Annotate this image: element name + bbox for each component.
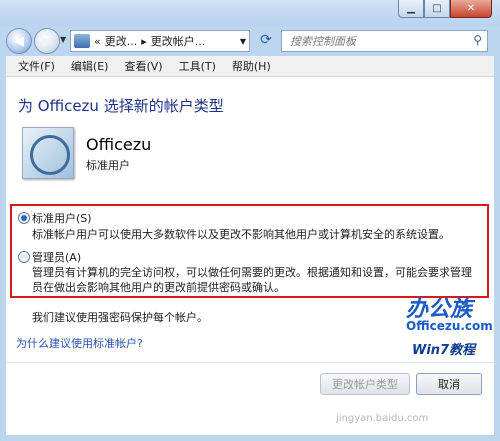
navigation-bar: ◀ ▶ ▼ « 更改... ▸ 更改帐户... ▼ ⟳ 搜索控制面板 ⚲ — [0, 24, 500, 56]
menu-file[interactable]: 文件(F) — [18, 58, 55, 74]
page-title: 为 Officezu 选择新的帐户类型 — [18, 97, 224, 115]
search-placeholder: 搜索控制面板 — [290, 35, 356, 48]
refresh-icon[interactable]: ⟳ — [256, 30, 276, 50]
baidu-watermark: jingyan.baidu.com — [336, 413, 429, 424]
search-input[interactable]: 搜索控制面板 ⚲ — [281, 30, 488, 52]
back-arrow-icon[interactable]: ◀ — [6, 28, 32, 54]
breadcrumb-item-change-account[interactable]: 更改帐户... — [151, 33, 206, 49]
minimize-button[interactable]: ▁ — [398, 0, 424, 18]
menu-tools[interactable]: 工具(T) — [179, 58, 216, 74]
forward-arrow-icon[interactable]: ▶ — [34, 28, 60, 54]
divider — [6, 362, 494, 363]
breadcrumb-separator[interactable]: ▸ — [141, 35, 147, 48]
menu-edit[interactable]: 编辑(E) — [71, 58, 109, 74]
address-bar[interactable]: « 更改... ▸ 更改帐户... ▼ — [70, 30, 250, 52]
user-account-type: 标准用户 — [86, 159, 130, 172]
close-button[interactable]: ✕ — [450, 0, 492, 18]
window-frame: ▁ □ ✕ ◀ ▶ ▼ « 更改... ▸ 更改帐户... ▼ ⟳ 搜索控制面板… — [0, 0, 500, 441]
search-icon[interactable]: ⚲ — [473, 33, 482, 47]
menu-view[interactable]: 查看(V) — [124, 58, 162, 74]
control-panel-icon — [74, 34, 90, 48]
user-avatar — [22, 127, 74, 179]
user-name: Officezu — [86, 135, 152, 154]
menu-bar: 文件(F) 编辑(E) 查看(V) 工具(T) 帮助(H) — [6, 56, 494, 77]
standard-user-label[interactable]: 标准用户(S) — [32, 210, 92, 226]
window-controls: ▁ □ ✕ — [398, 0, 492, 18]
password-recommendation: 我们建议使用强密码保护每个帐户。 — [32, 311, 208, 324]
officezu-watermark-logo: 办公族 Officezu.com Win7教程 — [406, 291, 493, 369]
administrator-label[interactable]: 管理员(A) — [32, 249, 81, 265]
menu-help[interactable]: 帮助(H) — [232, 58, 271, 74]
title-bar: ▁ □ ✕ — [0, 0, 500, 26]
administrator-radio[interactable] — [18, 251, 30, 263]
breadcrumb-item-change[interactable]: 更改... — [105, 33, 138, 49]
standard-user-radio[interactable] — [18, 212, 30, 224]
change-account-type-button[interactable]: 更改帐户类型 — [320, 373, 410, 395]
standard-user-description: 标准帐户用户可以使用大多数软件以及更改不影响其他用户或计算机安全的系统设置。 — [32, 228, 450, 241]
why-standard-account-link[interactable]: 为什么建议使用标准帐户? — [16, 335, 143, 351]
content-pane: 为 Officezu 选择新的帐户类型 Officezu 标准用户 标准用户(S… — [6, 77, 494, 435]
cancel-button[interactable]: 取消 — [416, 373, 482, 395]
breadcrumb-prefix: « — [94, 34, 101, 48]
logo-subtitle: Win7教程 — [412, 343, 476, 358]
history-dropdown-icon[interactable]: ▼ — [60, 35, 66, 44]
maximize-button[interactable]: □ — [424, 0, 450, 18]
address-dropdown-icon[interactable]: ▼ — [240, 37, 246, 46]
logo-domain: Officezu.com — [406, 319, 493, 333]
